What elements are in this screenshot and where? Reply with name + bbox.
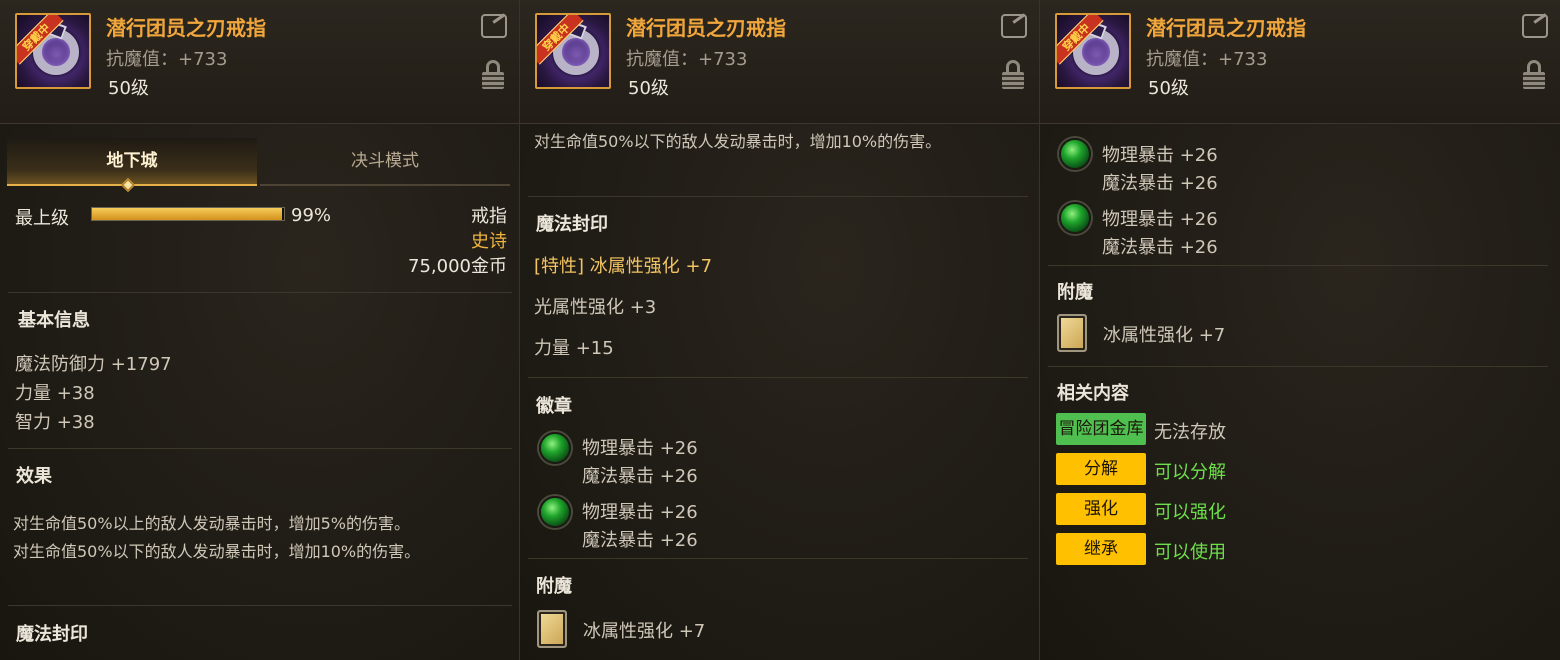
emblem-stat: 物理暴击 +26 <box>1102 209 1218 230</box>
related-status: 可以强化 <box>1154 502 1226 523</box>
emblem-stat: 物理暴击 +26 <box>582 502 698 523</box>
item-type: 戒指 <box>471 206 507 227</box>
item-level: 50级 <box>1148 78 1189 99</box>
tab-duel-mode[interactable]: 决斗模式 <box>260 138 510 186</box>
related-status: 无法存放 <box>1154 422 1226 443</box>
tab-dungeon[interactable]: 地下城 <box>7 138 257 186</box>
divider <box>8 605 512 606</box>
enchant-text: 冰属性强化 +7 <box>1103 325 1226 346</box>
share-icon[interactable] <box>1522 14 1548 38</box>
emblem-stat: 魔法暴击 +26 <box>1102 173 1218 194</box>
tag-reinforce: 强化 <box>1056 493 1146 525</box>
divider <box>528 196 1028 197</box>
divider <box>8 448 512 449</box>
enchant-card-icon[interactable] <box>537 610 567 648</box>
item-header: 穿戴中 潜行团员之刃戒指 抗魔值：+733 50级 <box>520 0 1039 124</box>
item-level: 50级 <box>108 78 149 99</box>
related-status: 可以分解 <box>1154 462 1226 483</box>
share-icon[interactable] <box>481 14 507 38</box>
lock-icon[interactable] <box>1523 60 1545 90</box>
item-name: 潜行团员之刃戒指 <box>626 16 786 40</box>
emblem-stat: 魔法暴击 +26 <box>582 466 698 487</box>
lock-icon[interactable] <box>1002 60 1024 90</box>
item-name: 潜行团员之刃戒指 <box>106 16 266 40</box>
item-magic-resist: 抗魔值：+733 <box>1146 49 1268 70</box>
item-name: 潜行团员之刃戒指 <box>1146 16 1306 40</box>
item-tooltip-panel-2: 穿戴中 潜行团员之刃戒指 抗魔值：+733 50级 对生命值50%以下的敌人发动… <box>520 0 1040 660</box>
basic-info-title: 基本信息 <box>18 310 90 331</box>
item-header: 穿戴中 潜行团员之刃戒指 抗魔值：+733 50级 <box>0 0 519 124</box>
grade-percent: 99% <box>291 205 332 226</box>
divider <box>1048 366 1548 367</box>
seal-line: 力量 +15 <box>534 338 614 359</box>
share-icon[interactable] <box>1001 14 1027 38</box>
ring-item-icon[interactable]: 穿戴中 <box>535 13 611 89</box>
item-header: 穿戴中 潜行团员之刃戒指 抗魔值：+733 50级 <box>1040 0 1560 124</box>
emblem-gem-icon[interactable] <box>539 432 571 464</box>
grade-progress-fill <box>92 208 283 220</box>
tag-adventure-vault: 冒险团金库 <box>1056 413 1146 445</box>
emblem-stat: 魔法暴击 +26 <box>1102 237 1218 258</box>
divider <box>528 558 1028 559</box>
emblem-gem-icon[interactable] <box>1059 202 1091 234</box>
tag-disassemble: 分解 <box>1056 453 1146 485</box>
related-content-title: 相关内容 <box>1057 383 1129 404</box>
seal-line: 光属性强化 +3 <box>534 297 657 318</box>
enchant-card-icon[interactable] <box>1057 314 1087 352</box>
emblem-stat: 物理暴击 +26 <box>582 438 698 459</box>
emblem-gem-icon[interactable] <box>1059 138 1091 170</box>
basic-stat: 智力 +38 <box>15 412 95 433</box>
lock-icon[interactable] <box>482 60 504 90</box>
emblem-title: 徽章 <box>536 396 572 417</box>
emblem-gem-icon[interactable] <box>539 496 571 528</box>
effect-line: 对生命值50%以上的敌人发动暴击时，增加5%的伤害。 <box>13 514 410 533</box>
ring-item-icon[interactable]: 穿戴中 <box>15 13 91 89</box>
effect-title: 效果 <box>16 466 52 487</box>
emblem-stat: 魔法暴击 +26 <box>582 530 698 551</box>
divider <box>8 292 512 293</box>
effect-line: 对生命值50%以下的敌人发动暴击时，增加10%的伤害。 <box>534 132 942 151</box>
enchant-title: 附魔 <box>1057 282 1093 303</box>
divider <box>528 377 1028 378</box>
item-magic-resist: 抗魔值：+733 <box>106 49 228 70</box>
grade-label: 最上级 <box>15 208 69 229</box>
tag-inherit: 继承 <box>1056 533 1146 565</box>
enchant-title: 附魔 <box>536 576 572 597</box>
item-magic-resist: 抗魔值：+733 <box>626 49 748 70</box>
enchant-text: 冰属性强化 +7 <box>583 621 706 642</box>
item-tooltip-panel-1: 穿戴中 潜行团员之刃戒指 抗魔值：+733 50级 地下城 决斗模式 最上级 9… <box>0 0 520 660</box>
divider <box>1048 265 1548 266</box>
ring-item-icon[interactable]: 穿戴中 <box>1055 13 1131 89</box>
effect-line: 对生命值50%以下的敌人发动暴击时，增加10%的伤害。 <box>13 542 421 561</box>
seal-line: [特性] 冰属性强化 +7 <box>534 256 713 277</box>
related-status: 可以使用 <box>1154 542 1226 563</box>
basic-stat: 力量 +38 <box>15 383 95 404</box>
item-price: 75,000金币 <box>408 256 507 277</box>
basic-stat: 魔法防御力 +1797 <box>15 354 172 375</box>
item-level: 50级 <box>628 78 669 99</box>
magic-seal-title: 魔法封印 <box>536 214 608 235</box>
item-rarity: 史诗 <box>471 231 507 252</box>
item-tooltip-panel-3: 穿戴中 潜行团员之刃戒指 抗魔值：+733 50级 物理暴击 +26 魔法暴击 … <box>1040 0 1560 660</box>
emblem-stat: 物理暴击 +26 <box>1102 145 1218 166</box>
magic-seal-title: 魔法封印 <box>16 624 88 645</box>
grade-progress-bar <box>91 207 285 221</box>
